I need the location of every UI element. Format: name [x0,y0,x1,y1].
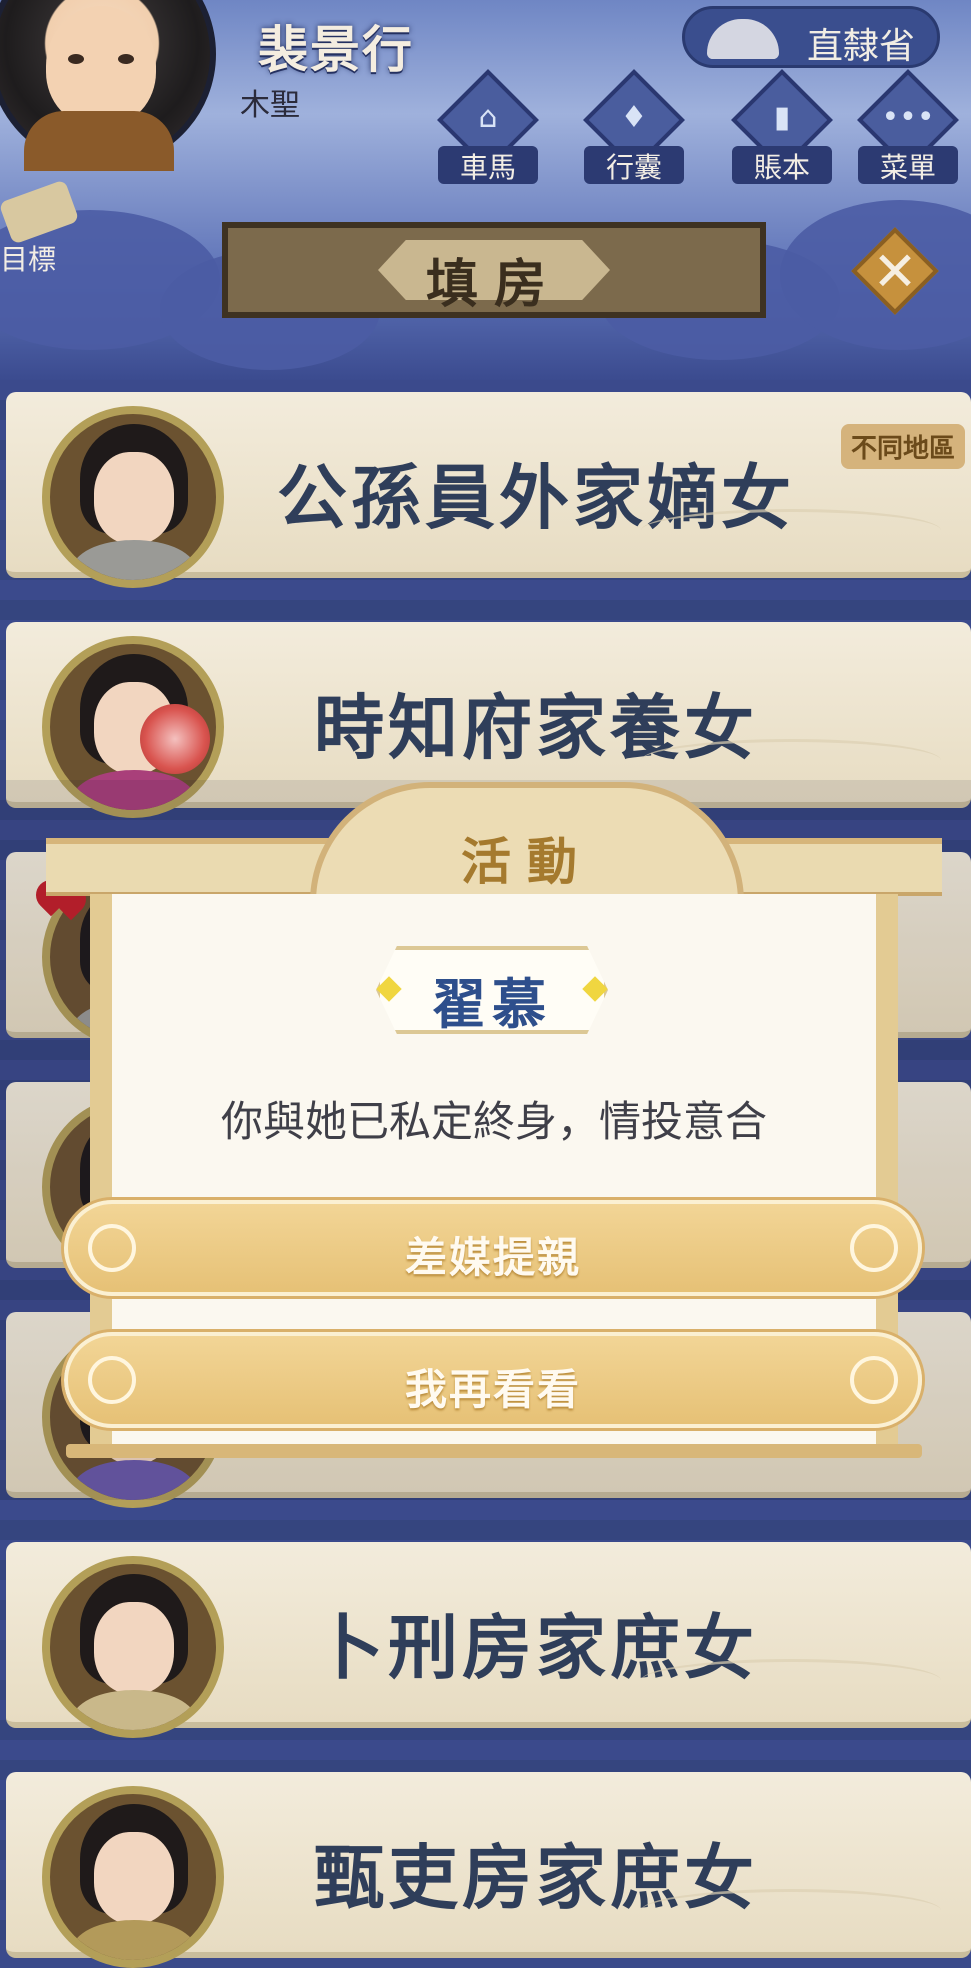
nav-bag-button[interactable]: ♦ 行囊 [574,69,694,190]
nav-ledger-button[interactable]: ▮ 賬本 [722,69,842,190]
event-message: 你與她已私定終身，情投意合 [220,1097,767,1146]
close-icon: ✕ [872,240,918,303]
dialog-title: 活動 [461,833,593,891]
candidate-row[interactable]: 甄吏房家庶女 [6,1772,971,1968]
umbrella-decoration [140,704,210,774]
wave-decoration [641,1889,941,1932]
reconsider-button[interactable]: 我再看看 [64,1332,922,1428]
candidate-portrait [42,406,224,588]
nav-bag-label: 行囊 [584,146,684,184]
region-label: 直隸省 [806,26,915,67]
wave-decoration [641,1659,941,1702]
wave-decoration [641,739,941,782]
nav-carriage-label: 車馬 [438,146,538,184]
carriage-icon: ⌂ [478,100,498,135]
page-title: 填房 [425,255,562,315]
player-name: 裴景行 [258,21,414,79]
region-tag: 不同地區 [840,424,965,469]
bag-icon: ♦ [620,100,648,135]
dialog-base [66,1444,922,1458]
candidate-portrait [42,1556,224,1738]
nav-menu-label: 菜單 [858,146,958,184]
player-title: 木聖 [240,88,300,123]
candidate-row[interactable]: 卜刑房家庶女 [6,1542,971,1738]
event-dialog: 活動 翟慕 你與她已私定終身，情投意合 差媒提親 我再看看 [46,782,942,1462]
official-hat-icon [707,19,779,59]
propose-marriage-button[interactable]: 差媒提親 [64,1200,922,1296]
page-title-banner: 填房 [222,222,766,318]
close-button[interactable]: ✕ [851,227,939,315]
nav-ledger-label: 賬本 [732,146,832,184]
candidate-portrait [42,1786,224,1968]
wave-decoration [641,509,941,552]
menu-dots-icon: ••• [881,100,935,135]
propose-marriage-label: 差媒提親 [404,1233,581,1282]
candidate-row[interactable]: 公孫員外家嫡女 不同地區 [6,392,971,588]
event-name: 翟慕 [432,973,552,1036]
nav-menu-button[interactable]: ••• 菜單 [848,69,968,190]
nav-carriage-button[interactable]: ⌂ 車馬 [428,69,548,190]
goal-label[interactable]: 目標 [0,238,56,278]
ledger-icon: ▮ [773,100,791,135]
region-button[interactable]: 直隸省 [682,6,940,68]
event-name-plaque: 翟慕 [376,946,608,1034]
reconsider-label: 我再看看 [404,1365,581,1414]
